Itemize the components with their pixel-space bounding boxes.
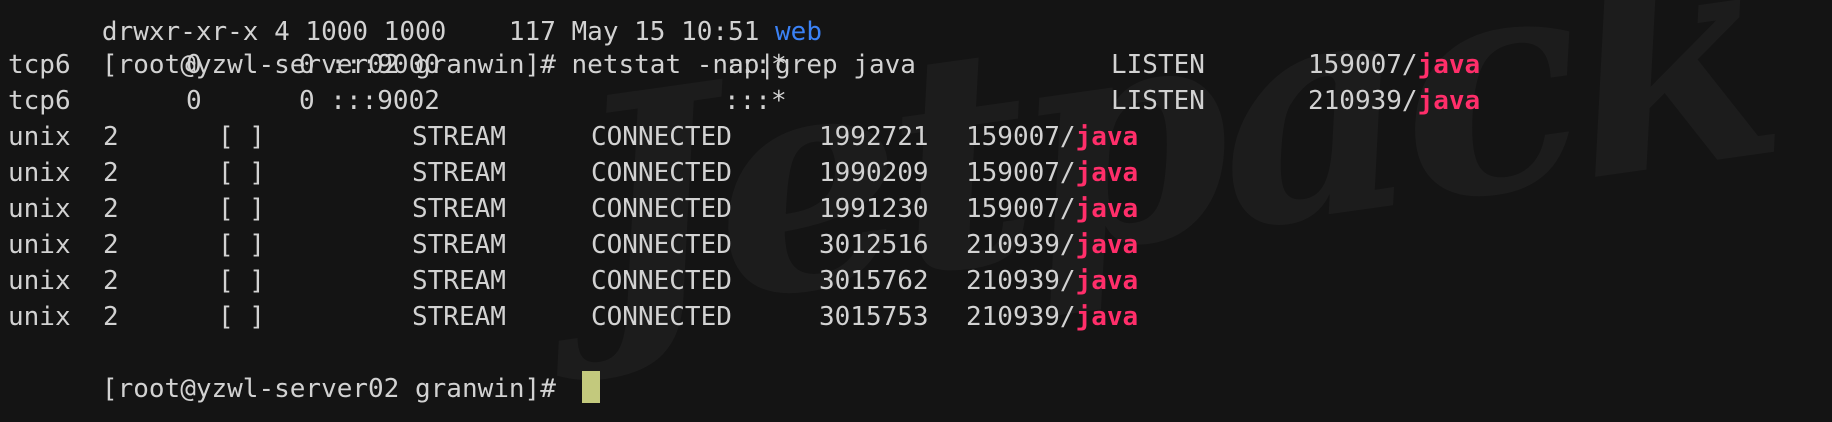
flags: [ ] <box>218 266 265 296</box>
socket-type: STREAM <box>412 122 506 152</box>
text-cursor[interactable] <box>581 371 600 403</box>
local-address: 0 :::9002 <box>299 86 440 116</box>
socket-type: STREAM <box>412 158 506 188</box>
recv-q: 0 <box>186 50 202 80</box>
state: CONNECTED <box>591 302 732 332</box>
refcnt: 2 <box>103 302 119 332</box>
foreign-address: :::* <box>724 86 787 116</box>
command-line: [root@yzwl-server02 granwin]# netstat -n… <box>8 11 916 80</box>
terminal-screen[interactable]: drwxr-xr-x 4 1000 1000 117 May 15 10:51 … <box>8 0 1828 422</box>
terminal-window[interactable]: Jetpack drwxr-xr-x 4 1000 1000 117 May 1… <box>0 0 1832 422</box>
flags: [ ] <box>218 230 265 260</box>
pid: 210939/java <box>966 230 1139 260</box>
recv-q: 0 <box>186 86 202 116</box>
pid: 159007/java <box>966 194 1139 224</box>
flags: [ ] <box>218 122 265 152</box>
proto: unix <box>8 158 71 188</box>
proto: unix <box>8 194 71 224</box>
local-address: 0 :::9000 <box>299 50 440 80</box>
proto: unix <box>8 230 71 260</box>
netstat-row: unix 2 [ ] STREAM CONNECTED 3012516 2109… <box>8 227 1138 263</box>
pid: 159007/java <box>966 122 1139 152</box>
flags: [ ] <box>218 158 265 188</box>
shell-prompt: [root@yzwl-server02 granwin]# <box>101 374 572 404</box>
state: CONNECTED <box>591 122 732 152</box>
socket-type: STREAM <box>412 302 506 332</box>
input-line[interactable]: [root@yzwl-server02 granwin]# <box>8 335 600 404</box>
proto: unix <box>8 122 71 152</box>
pid: 210939/java <box>966 302 1139 332</box>
netstat-row: unix 2 [ ] STREAM CONNECTED 3015762 2109… <box>8 263 1138 299</box>
netstat-row: unix 2 [ ] STREAM CONNECTED 1991230 1590… <box>8 191 1138 227</box>
state: CONNECTED <box>591 158 732 188</box>
socket-type: STREAM <box>412 230 506 260</box>
state: LISTEN <box>1111 50 1205 80</box>
netstat-row: unix 2 [ ] STREAM CONNECTED 1992721 1590… <box>8 119 1138 155</box>
state: CONNECTED <box>591 230 732 260</box>
program-name: java <box>1417 50 1481 80</box>
pid: 159007/java <box>966 158 1139 188</box>
refcnt: 2 <box>103 122 119 152</box>
inode: 1992721 <box>819 122 929 152</box>
state: LISTEN <box>1111 86 1205 116</box>
flags: [ ] <box>218 194 265 224</box>
inode: 1991230 <box>819 194 929 224</box>
pid: 159007/java <box>1308 50 1481 80</box>
program-name: java <box>1417 86 1481 116</box>
inode: 3015762 <box>819 266 929 296</box>
socket-type: STREAM <box>412 266 506 296</box>
netstat-row: tcp6 0 0 :::9002 :::* LISTEN 210939/java <box>8 83 1480 119</box>
program-name: java <box>1075 266 1139 296</box>
state: CONNECTED <box>591 266 732 296</box>
refcnt: 2 <box>103 194 119 224</box>
inode: 3015753 <box>819 302 929 332</box>
program-name: java <box>1075 158 1139 188</box>
netstat-row: unix 2 [ ] STREAM CONNECTED 3015753 2109… <box>8 299 1138 335</box>
refcnt: 2 <box>103 266 119 296</box>
refcnt: 2 <box>103 158 119 188</box>
foreign-address: :::* <box>724 50 787 80</box>
program-name: java <box>1075 122 1139 152</box>
program-name: java <box>1075 230 1139 260</box>
proto: tcp6 <box>8 86 71 116</box>
flags: [ ] <box>218 302 265 332</box>
inode: 1990209 <box>819 158 929 188</box>
inode: 3012516 <box>819 230 929 260</box>
state: CONNECTED <box>591 194 732 224</box>
refcnt: 2 <box>103 230 119 260</box>
program-name: java <box>1075 302 1139 332</box>
pid: 210939/java <box>966 266 1139 296</box>
proto: unix <box>8 302 71 332</box>
proto: unix <box>8 266 71 296</box>
socket-type: STREAM <box>412 194 506 224</box>
program-name: java <box>1075 194 1139 224</box>
netstat-row: unix 2 [ ] STREAM CONNECTED 1990209 1590… <box>8 155 1138 191</box>
pid: 210939/java <box>1308 86 1481 116</box>
proto: tcp6 <box>8 50 71 80</box>
netstat-row: tcp6 0 0 :::9000 :::* LISTEN 159007/java <box>8 47 1480 83</box>
